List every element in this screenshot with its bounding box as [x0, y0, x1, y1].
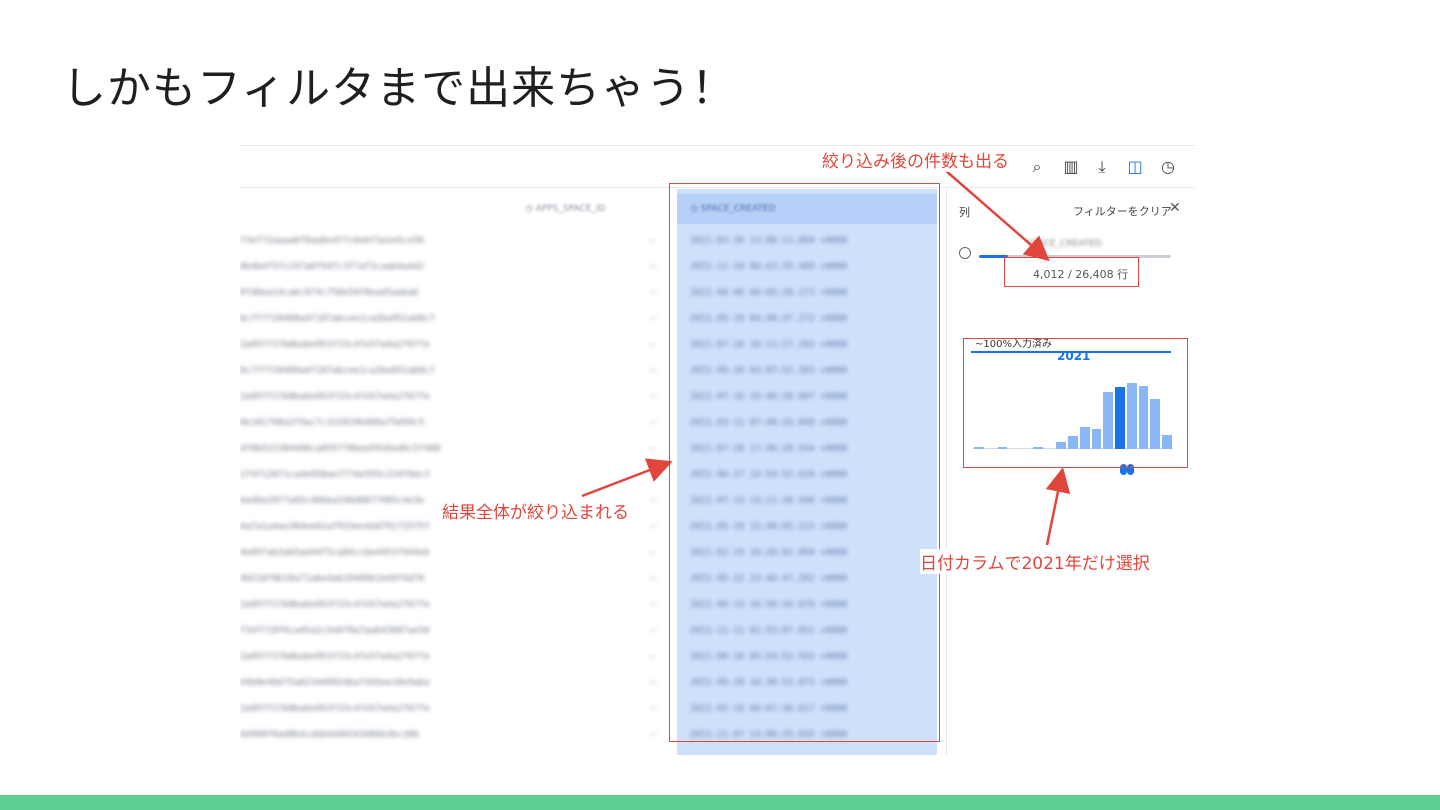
cell-space-id: 4a7a1a4ae384ee62af933ee4dd79172575f [240, 522, 430, 532]
cell-space-id: f34f719f6ca45a1c5e6f8a7aab43887ae50 [240, 626, 430, 636]
toolbar: ⌕ ▥ ⤓ ◫ ◷ [240, 146, 1195, 188]
close-icon[interactable]: ✕ [1169, 200, 1181, 216]
section-label: 列 [959, 206, 970, 219]
columns-icon[interactable]: ▥ [1060, 156, 1082, 178]
cell-space-id: f3ef72aaaa6f8aa6e4f7c6e6f3a1e5ce5b [240, 236, 425, 246]
cell-space-id: 8e181798a2f9ac7c322819b488a75d58c5 [240, 418, 425, 428]
cell-null-marker: — [650, 678, 656, 688]
cell-null-marker: — [650, 444, 656, 454]
cell-null-marker: — [650, 314, 656, 324]
cell-space-id: 6c7f7f20480a4f187abcee1ca2ba951ab0c7 [240, 314, 436, 324]
cell-null-marker: — [650, 600, 656, 610]
search-icon[interactable]: ⌕ [1026, 156, 1048, 178]
history-icon[interactable]: ◷ [1157, 156, 1179, 178]
cell-null-marker: — [650, 262, 656, 272]
bottom-accent-bar [0, 795, 1440, 810]
note-filtered-count: 絞り込み後の件数も出る [822, 147, 1009, 172]
annotation-box-count [1004, 257, 1139, 287]
cell-null-marker: — [650, 704, 656, 714]
cell-space-id: 1f4f12871ca4e058ae7f74e595c224f6dc3 [240, 470, 430, 480]
cell-null-marker: — [650, 652, 656, 662]
download-icon[interactable]: ⤓ [1091, 156, 1113, 178]
cell-null-marker: — [650, 730, 656, 740]
cell-space-id: 2a957f27b0babe953f33c4fe57a4a2767fe [240, 392, 430, 402]
annotation-box-results [669, 183, 940, 742]
clock-icon [959, 247, 971, 259]
cell-space-id: 8b4b4f57c247a6f947c3f7af3caab4a4d2 [240, 262, 425, 272]
cell-space-id: 4e05fab3ab5ad44f5ca84ccbe44537444eb [240, 548, 430, 558]
cell-null-marker: — [650, 366, 656, 376]
column-header-apps-space-id[interactable]: ◷ APPS_SPACE_ID [525, 189, 606, 229]
cell-null-marker: — [650, 418, 656, 428]
cell-space-id: 44900f0ad8b4cebb4d40343d06b3bc30b [240, 730, 419, 740]
cell-null-marker: — [650, 496, 656, 506]
cell-space-id: 4a40a28f7a85c40bba196d8877985c4e3e [240, 496, 425, 506]
cell-null-marker: — [650, 470, 656, 480]
note-results-filtered: 結果全体が絞り込まれる [442, 498, 629, 523]
cell-space-id: 2a957f27b0babe953f33c4fe57a4a2767fe [240, 340, 430, 350]
clear-filters-button[interactable]: フィルターをクリア [1073, 203, 1172, 219]
cell-null-marker: — [650, 548, 656, 558]
field-name: SPACE_CREATED [1027, 239, 1102, 249]
cell-null-marker: — [650, 392, 656, 402]
note-date-filter: 日付カラムで2021年だけ選択 [920, 549, 1150, 574]
slide-title: しかもフィルタまで出来ちゃう！ [62, 63, 737, 114]
annotation-box-histogram [963, 338, 1188, 468]
cell-space-id: 40218f8b18a71a6e4a629409b1bd9f4d78 [240, 574, 425, 584]
cell-space-id: 0fd0ea14cabc974c758e54f8ea45aabab [240, 288, 419, 298]
cell-null-marker: — [650, 522, 656, 532]
cell-null-marker: — [650, 236, 656, 246]
cell-space-id: 2a957f27b0babe953f33c4fe57a4a2767fe [240, 704, 430, 714]
cell-space-id: 44b0e4b675a823449924baf445ee10e9aba [240, 678, 430, 688]
cell-space-id: 6c7f7f20480a4f187abcee1ca2ba951ab0c7 [240, 366, 436, 376]
cell-space-id: 2a957f27b0babe953f33c4fe57a4a2767fe [240, 600, 430, 610]
cell-null-marker: — [650, 288, 656, 298]
cell-null-marker: — [650, 626, 656, 636]
side-panel-icon[interactable]: ◫ [1124, 156, 1146, 178]
cell-space-id: 2a957f27b0babe953f33c4fe57a4a2767fe [240, 652, 430, 662]
cell-space-id: 4f8b522384486ca055778bea5916ed6c5f408 [240, 444, 441, 454]
column-header-label: APPS_SPACE_ID [535, 204, 606, 214]
cell-null-marker: — [650, 574, 656, 584]
cell-null-marker: — [650, 340, 656, 350]
